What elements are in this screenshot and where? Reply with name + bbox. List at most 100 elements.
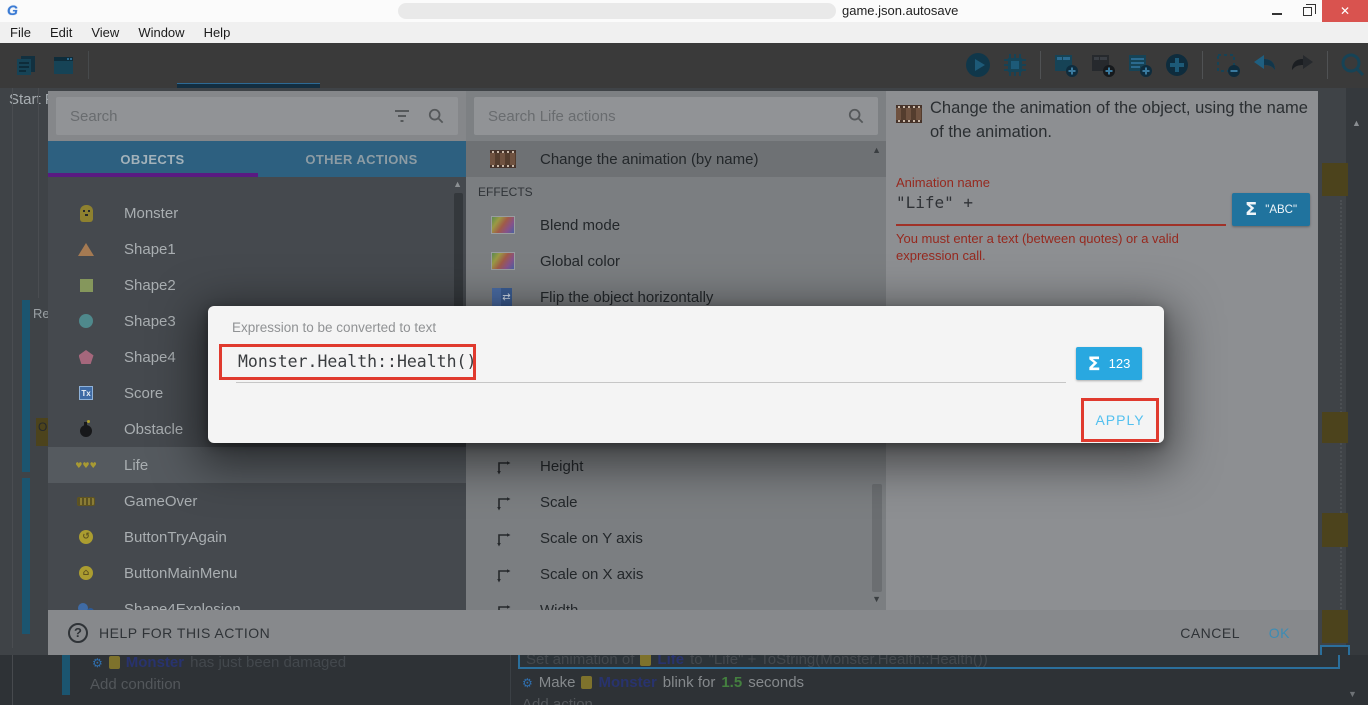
blink-make: Make [539,674,576,691]
add-action-link[interactable]: Add action [522,696,593,705]
object-row-monster[interactable]: Monster [48,195,466,231]
add-element-icon[interactable] [1161,49,1193,81]
actions-search-field[interactable]: Search Life actions [474,97,878,135]
explosion-icon [76,603,96,611]
object-row-shape1[interactable]: Shape1 [48,231,466,267]
menu-help[interactable]: Help [204,25,231,40]
action-description: Change the animation of the object, usin… [930,97,1314,145]
dialog-footer: ? HELP FOR THIS ACTION CANCEL OK [48,610,1318,655]
condition-action-divider [510,655,511,705]
action-row-height[interactable]: Height [466,448,886,484]
cancel-button[interactable]: CANCEL [1180,610,1240,655]
hearts-icon: ♥♥♥ [76,461,96,470]
add-condition-link[interactable]: Add condition [90,676,181,693]
open-text-expression-editor-button[interactable]: Σ "ABC" [1232,193,1310,226]
gdevelop-logo-icon: G [7,2,18,18]
start-page-icon[interactable] [47,49,79,81]
object-row-shape2[interactable]: Shape2 [48,267,466,303]
add-external-layout-icon[interactable] [1087,49,1119,81]
objects-search-field[interactable]: Search [56,97,458,135]
selected-action-row[interactable]: Set animation of Life to "Life" + ToStri… [518,655,1340,669]
blink-action-row[interactable]: ⚙ Make Monster blink for 1.5 seconds [522,674,804,691]
action-to: to [690,655,703,668]
monster-object-icon [581,676,592,689]
menu-view[interactable]: View [91,25,119,40]
square-icon [76,279,96,292]
bomb-icon [76,421,96,437]
comment-text-fragment: O [38,420,47,434]
object-row-gameover[interactable]: GameOver [48,483,466,519]
condition-row[interactable]: ⚙ Monster has just been damaged [92,655,346,671]
menu-edit[interactable]: Edit [50,25,72,40]
project-manager-icon[interactable] [10,49,42,81]
play-preview-icon[interactable] [962,49,994,81]
action-row-scale-y[interactable]: Scale on Y axis [466,520,886,556]
actions-scroll-up-icon[interactable]: ▲ [872,145,881,155]
comment-block-fragment: O [36,418,48,446]
animation-name-input[interactable]: "Life" + [896,193,973,212]
action-row-global-color[interactable]: Global color [466,243,886,279]
life-object-icon [640,655,651,666]
action-row-scale-x[interactable]: Scale on X axis [466,556,886,592]
toolbar-separator [88,51,89,79]
objects-tabbar: OBJECTS OTHER ACTIONS [48,141,466,177]
toolbar-separator [1327,51,1328,79]
open-number-expression-editor-button[interactable]: Σ 123 [1076,347,1142,380]
object-row-buttontryagain[interactable]: ↺ ButtonTryAgain [48,519,466,555]
apply-button[interactable]: APPLY [1095,412,1144,428]
add-scene-icon[interactable] [1050,49,1082,81]
blink-object: Monster [598,674,656,691]
annotation-box-input [219,344,476,380]
action-row-scale[interactable]: Scale [466,484,886,520]
debug-icon[interactable] [999,49,1031,81]
expression-input-underline [236,382,1066,383]
action-row-change-animation[interactable]: Change the animation (by name) [466,141,886,177]
action-row-width[interactable]: Width [466,592,886,610]
menu-file[interactable]: File [10,25,31,40]
size-arrow-icon [490,566,516,583]
animation-name-label: Animation name [896,175,990,190]
object-row-life[interactable]: ♥♥♥ Life [48,447,466,483]
remove-element-icon[interactable] [1212,49,1244,81]
events-scrollbar-track[interactable] [1346,88,1368,655]
film-strip-icon [490,150,516,168]
triangle-icon [76,243,96,256]
objects-scroll-up-icon[interactable]: ▲ [453,179,462,189]
effects-section-header: EFFECTS [466,177,886,207]
action-object: Life [657,655,684,668]
minimize-button[interactable] [1262,0,1292,22]
object-row-shape4explosion[interactable]: Shape4Explosion [48,591,466,610]
event-group-bar [22,478,30,634]
scroll-down-icon[interactable]: ▼ [1348,689,1357,699]
filter-icon[interactable] [394,109,410,123]
help-link[interactable]: ? HELP FOR THIS ACTION [68,610,270,655]
monster-object-icon [109,656,120,669]
tab-other-actions[interactable]: OTHER ACTIONS [257,141,466,177]
input-error-underline [896,224,1226,226]
objects-search-placeholder: Search [70,108,376,125]
undo-icon[interactable] [1249,49,1281,81]
actions-scrollbar-thumb[interactable] [872,484,882,592]
scroll-up-icon[interactable]: ▲ [1352,118,1361,128]
actions-search-placeholder: Search Life actions [488,108,830,125]
menu-window[interactable]: Window [138,25,184,40]
rainbow-icon [490,216,516,234]
banner-icon [76,497,96,506]
event-group-bar [62,655,70,695]
tab-objects[interactable]: OBJECTS [48,141,257,177]
restore-icon [1303,7,1312,16]
redo-icon[interactable] [1286,49,1318,81]
actions-scroll-down-icon[interactable]: ▼ [872,594,881,604]
close-button[interactable]: ✕ [1322,0,1368,22]
sigma-icon: Σ [1245,199,1257,220]
add-events-icon[interactable] [1124,49,1156,81]
event-row-fragment [1322,163,1348,196]
maximize-button[interactable] [1292,0,1322,22]
circle-icon [76,314,96,328]
ok-button[interactable]: OK [1269,610,1290,655]
events-tree-line [12,655,13,705]
toolbar-search-icon[interactable] [1337,49,1368,81]
action-row-blend-mode[interactable]: Blend mode [466,207,886,243]
object-row-buttonmainmenu[interactable]: ⌂ ButtonMainMenu [48,555,466,591]
action-expression: "Life" + ToString(Monster.Health::Health… [709,655,988,668]
